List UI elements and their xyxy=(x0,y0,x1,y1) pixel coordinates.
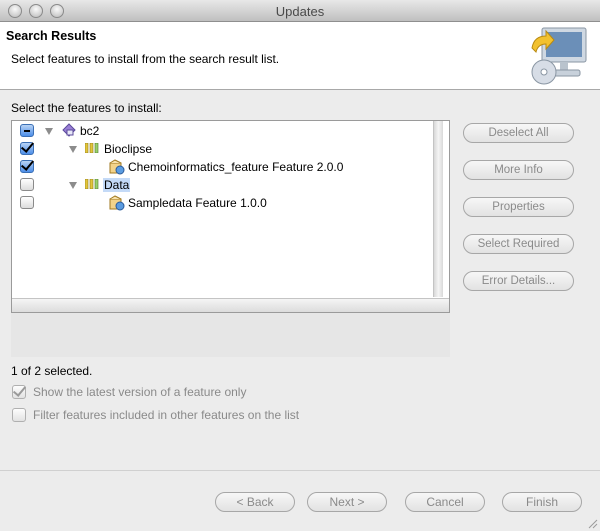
tree-item-label: Bioclipse xyxy=(104,142,153,156)
properties-button[interactable]: Properties xyxy=(463,197,574,217)
horizontal-scrollbar[interactable] xyxy=(12,298,449,312)
checkbox-sampledata[interactable] xyxy=(20,196,34,209)
window-title: Updates xyxy=(275,4,325,19)
page-description: Select features to install from the sear… xyxy=(11,52,280,66)
expand-triangle-icon[interactable] xyxy=(69,182,77,189)
finish-button[interactable]: Finish xyxy=(502,492,582,512)
vertical-scrollbar[interactable] xyxy=(433,121,443,297)
error-details-button[interactable]: Error Details... xyxy=(463,271,574,291)
next-button[interactable]: Next > xyxy=(307,492,387,512)
site-icon xyxy=(62,123,76,137)
selection-status: 1 of 2 selected. xyxy=(11,364,93,378)
divider xyxy=(0,470,600,471)
cancel-button[interactable]: Cancel xyxy=(405,492,485,512)
more-info-button[interactable]: More Info xyxy=(463,160,574,180)
features-tree[interactable]: bc2 Bioclipse Chemoinformatics_feature F… xyxy=(11,120,450,313)
expand-triangle-icon[interactable] xyxy=(69,146,77,153)
feature-icon xyxy=(109,195,125,211)
title-bar: Updates xyxy=(0,0,600,22)
tree-item-chemoinformatics[interactable]: Chemoinformatics_feature Feature 2.0.0 xyxy=(12,158,432,176)
latest-version-checkbox[interactable] xyxy=(12,385,26,399)
tree-item-sampledata[interactable]: Sampledata Feature 1.0.0 xyxy=(12,194,432,212)
tree-item-label: Data xyxy=(103,178,131,192)
latest-version-option[interactable]: Show the latest version of a feature onl… xyxy=(12,384,246,400)
expand-triangle-icon[interactable] xyxy=(45,128,53,135)
category-icon xyxy=(85,179,99,189)
back-button[interactable]: < Back xyxy=(215,492,295,512)
select-required-button[interactable]: Select Required xyxy=(463,234,574,254)
tree-item-data[interactable]: Data xyxy=(12,176,432,194)
category-icon xyxy=(85,143,99,153)
resize-grip-icon[interactable] xyxy=(586,517,598,529)
feature-icon xyxy=(109,159,125,175)
deselect-all-button[interactable]: Deselect All xyxy=(463,123,574,143)
checkbox-bioclipse[interactable] xyxy=(20,142,34,155)
latest-version-label: Show the latest version of a feature onl… xyxy=(33,385,247,399)
feature-description-area xyxy=(11,313,450,357)
page-title: Search Results xyxy=(6,29,97,43)
tree-item-label: bc2 xyxy=(80,124,100,138)
tree-item-bioclipse[interactable]: Bioclipse xyxy=(12,140,432,158)
filter-included-label: Filter features included in other featur… xyxy=(33,408,300,422)
features-label: Select the features to install: xyxy=(11,101,162,115)
filter-included-option[interactable]: Filter features included in other featur… xyxy=(12,407,299,423)
tree-item-bc2[interactable]: bc2 xyxy=(12,122,432,140)
wizard-header: Search Results Select features to instal… xyxy=(0,22,600,90)
filter-included-checkbox[interactable] xyxy=(12,408,26,422)
checkbox-bc2[interactable] xyxy=(20,124,34,137)
checkbox-data[interactable] xyxy=(20,178,34,191)
computer-update-icon xyxy=(531,27,587,85)
tree-item-label: Sampledata Feature 1.0.0 xyxy=(128,196,267,210)
tree-item-label: Chemoinformatics_feature Feature 2.0.0 xyxy=(128,160,344,174)
checkbox-chemoinformatics[interactable] xyxy=(20,160,34,173)
